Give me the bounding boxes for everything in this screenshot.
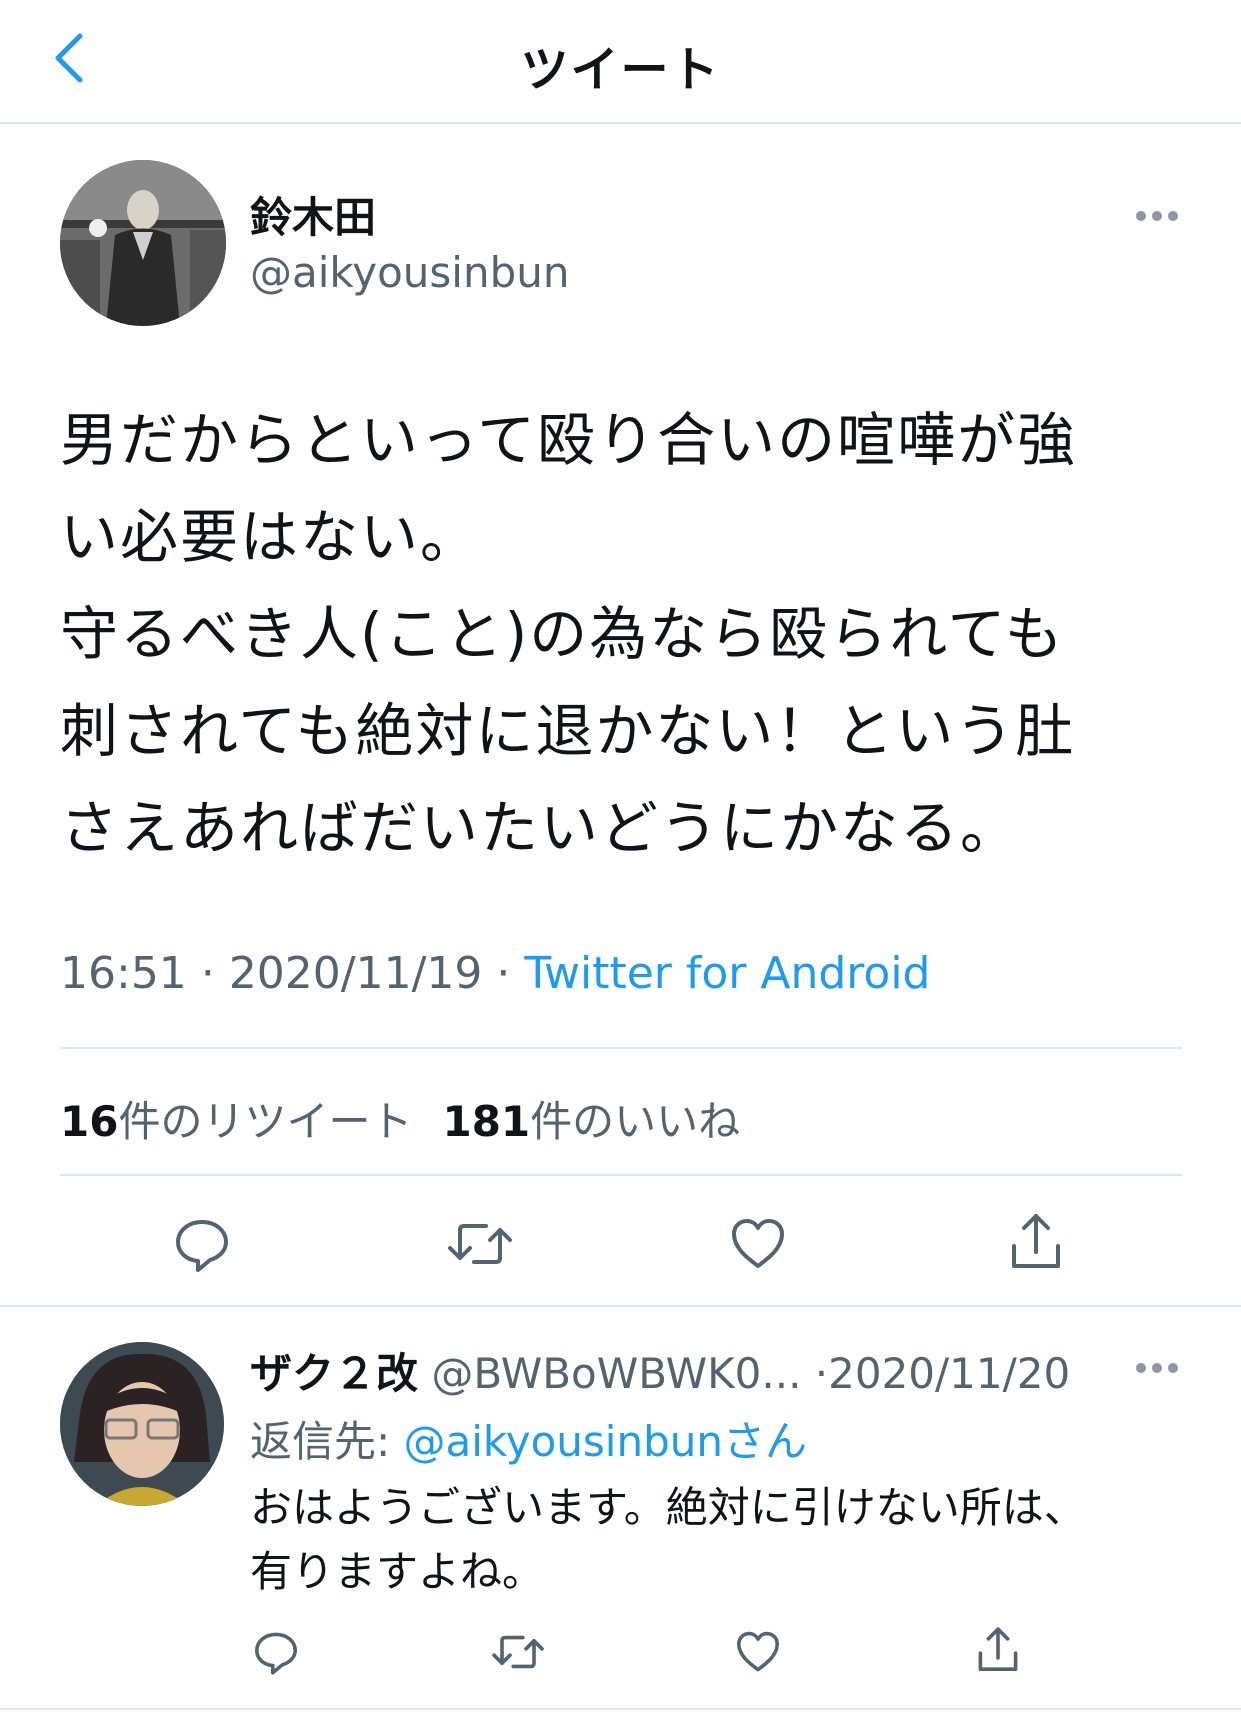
retweet-button[interactable]: [446, 1214, 514, 1274]
author-display-name[interactable]: 鈴木田: [250, 184, 376, 245]
reply-icon: [255, 1632, 297, 1675]
retweet-label: 件のリツイート: [118, 1097, 413, 1146]
divider: [0, 1708, 1241, 1710]
reply-button[interactable]: [172, 1214, 232, 1274]
divider: [60, 1174, 1182, 1176]
meta-separator: ·: [496, 948, 511, 999]
like-stat[interactable]: 181件のいいね: [442, 1097, 740, 1146]
reply-author-handle[interactable]: @BWBoWBWK0...: [431, 1349, 801, 1398]
more-dots-icon: [1136, 1358, 1184, 1377]
divider: [0, 1305, 1241, 1307]
more-options-button[interactable]: [1136, 206, 1184, 225]
meta-separator: ·: [814, 1349, 829, 1398]
reply-header: ザク２改 @BWBoWBWK0... ·2020/11/20: [250, 1340, 1070, 1401]
share-icon: [1012, 1214, 1060, 1268]
more-dots-icon: [1136, 206, 1184, 225]
divider: [60, 1047, 1182, 1049]
retweet-stat[interactable]: 16件のリツイート: [60, 1097, 412, 1146]
retweet-count: 16: [60, 1097, 119, 1146]
reply-text-line: おはようございます。絶対に引けない所は、: [250, 1483, 1086, 1532]
retweet-icon: [492, 1635, 544, 1669]
reply-share-button[interactable]: [974, 1624, 1022, 1676]
like-button[interactable]: [728, 1214, 788, 1274]
reply-date: 2020/11/20: [828, 1349, 1071, 1398]
tweet-time: 16:51: [60, 948, 187, 999]
replying-to-handle[interactable]: @aikyousinbunさん: [404, 1417, 807, 1466]
tweet-text-line: 男だからといって殴り合いの喧嘩が強: [60, 406, 1078, 474]
heart-icon: [737, 1631, 779, 1672]
avatar-image: [60, 1342, 224, 1506]
tweet-text-line: い必要はない。: [60, 503, 481, 571]
replying-to: 返信先: @aikyousinbunさん: [250, 1408, 807, 1469]
tweet-text-line: 守るべき人(こと)の為なら殴られても: [60, 600, 1065, 668]
tweet-date: 2020/11/19: [228, 948, 483, 999]
reply-text: おはようございます。絶対に引けない所は、 有りますよね。: [250, 1476, 1150, 1604]
meta-separator: ·: [200, 948, 215, 999]
reply-icon: [176, 1220, 228, 1272]
author-handle[interactable]: @aikyousinbun: [250, 248, 569, 297]
heart-icon: [732, 1219, 784, 1268]
like-count: 181: [442, 1097, 531, 1146]
retweet-icon: [448, 1224, 512, 1264]
avatar-image: [60, 160, 226, 326]
author-avatar[interactable]: [60, 160, 226, 326]
tweet-text: 男だからといって殴り合いの喧嘩が強 い必要はない。 守るべき人(こと)の為なら殴…: [60, 392, 1180, 877]
reply-like-button[interactable]: [734, 1628, 782, 1676]
reply-author-avatar[interactable]: [60, 1342, 224, 1506]
reply-author-display-name[interactable]: ザク２改: [250, 1349, 418, 1398]
tweet-text-line: さえあればだいたいどうにかなる。: [60, 794, 1021, 862]
reply-reply-button[interactable]: [252, 1628, 300, 1676]
replying-to-label: 返信先:: [250, 1417, 404, 1466]
page-title: ツイート: [520, 42, 721, 98]
reply-more-options-button[interactable]: [1136, 1358, 1184, 1377]
top-bar: ツイート: [0, 0, 1241, 124]
tweet-text-line: 刺されても絶対に退かない！という肚: [60, 697, 1076, 765]
tweet-source-link[interactable]: Twitter for Android: [524, 948, 930, 999]
share-icon: [978, 1627, 1018, 1671]
tweet-meta: 16:51 · 2020/11/19 · Twitter for Android: [60, 948, 930, 999]
engagement-stats: 16件のリツイート 181件のいいね: [60, 1088, 740, 1149]
share-button[interactable]: [1006, 1210, 1066, 1274]
reply-text-line: 有りますよね。: [250, 1547, 545, 1596]
reply-retweet-button[interactable]: [490, 1628, 546, 1676]
like-label: 件のいいね: [530, 1097, 741, 1146]
